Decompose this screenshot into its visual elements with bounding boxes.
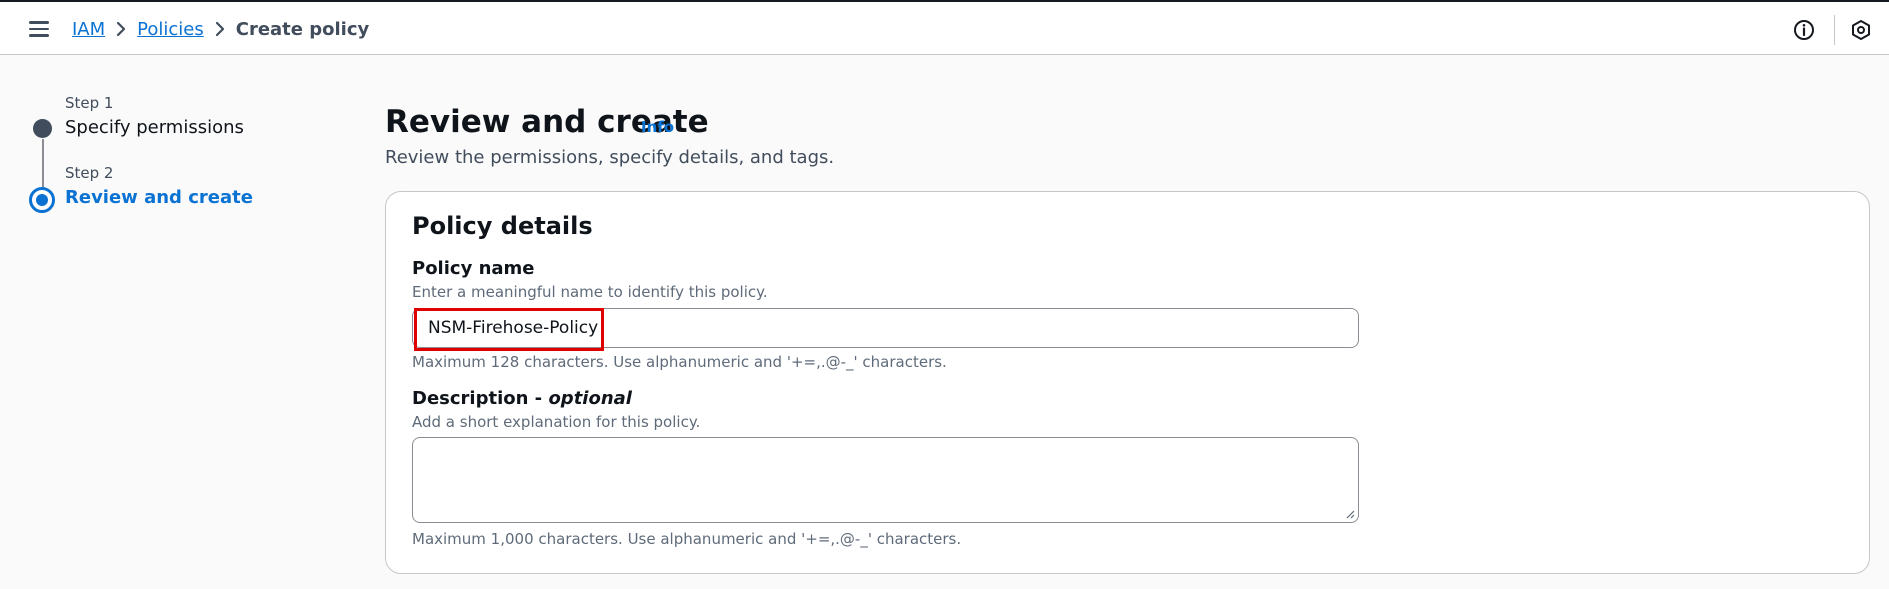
description-field[interactable] (412, 437, 1359, 523)
breadcrumb-iam-link[interactable]: IAM (72, 19, 105, 40)
info-circle-icon[interactable] (1792, 18, 1816, 42)
top-navigation-bar: IAM Policies Create policy (0, 0, 1889, 55)
step-1-title[interactable]: Specify permissions (65, 117, 244, 138)
resize-handle-icon[interactable] (1345, 509, 1355, 519)
description-label-text: Description - (412, 388, 549, 409)
toolbar-divider (1834, 15, 1835, 45)
description-label: Description - optional (412, 388, 632, 409)
hamburger-menu-icon[interactable] (25, 18, 53, 40)
step-active-icon (29, 187, 55, 213)
breadcrumb: IAM Policies Create policy (72, 16, 369, 42)
description-constraint: Maximum 1,000 characters. Use alphanumer… (412, 530, 962, 548)
policy-details-card: Policy details Policy name Enter a meani… (385, 191, 1870, 574)
step-2-title: Review and create (65, 187, 253, 208)
policy-name-field[interactable] (412, 308, 1359, 348)
description-textarea[interactable] (413, 438, 1358, 522)
breadcrumb-policies-link[interactable]: Policies (137, 19, 204, 40)
policy-name-hint: Enter a meaningful name to identify this… (412, 283, 768, 301)
step-2-label: Step 2 (65, 164, 114, 182)
step-1-label: Step 1 (65, 94, 114, 112)
page-description: Review the permissions, specify details,… (385, 147, 835, 168)
optional-tag: optional (548, 388, 632, 409)
chevron-right-icon (204, 20, 236, 38)
step-completed-icon (33, 119, 52, 138)
hexagon-settings-icon[interactable] (1849, 18, 1873, 42)
policy-name-label: Policy name (412, 258, 535, 279)
policy-name-constraint: Maximum 128 characters. Use alphanumeric… (412, 353, 947, 371)
info-link[interactable]: Info (641, 118, 674, 136)
policy-name-input[interactable] (428, 318, 1358, 338)
description-hint: Add a short explanation for this policy. (412, 413, 701, 431)
chevron-right-icon (105, 20, 137, 38)
step-connector (42, 139, 44, 189)
breadcrumb-current: Create policy (235, 18, 370, 40)
card-heading: Policy details (412, 212, 593, 240)
